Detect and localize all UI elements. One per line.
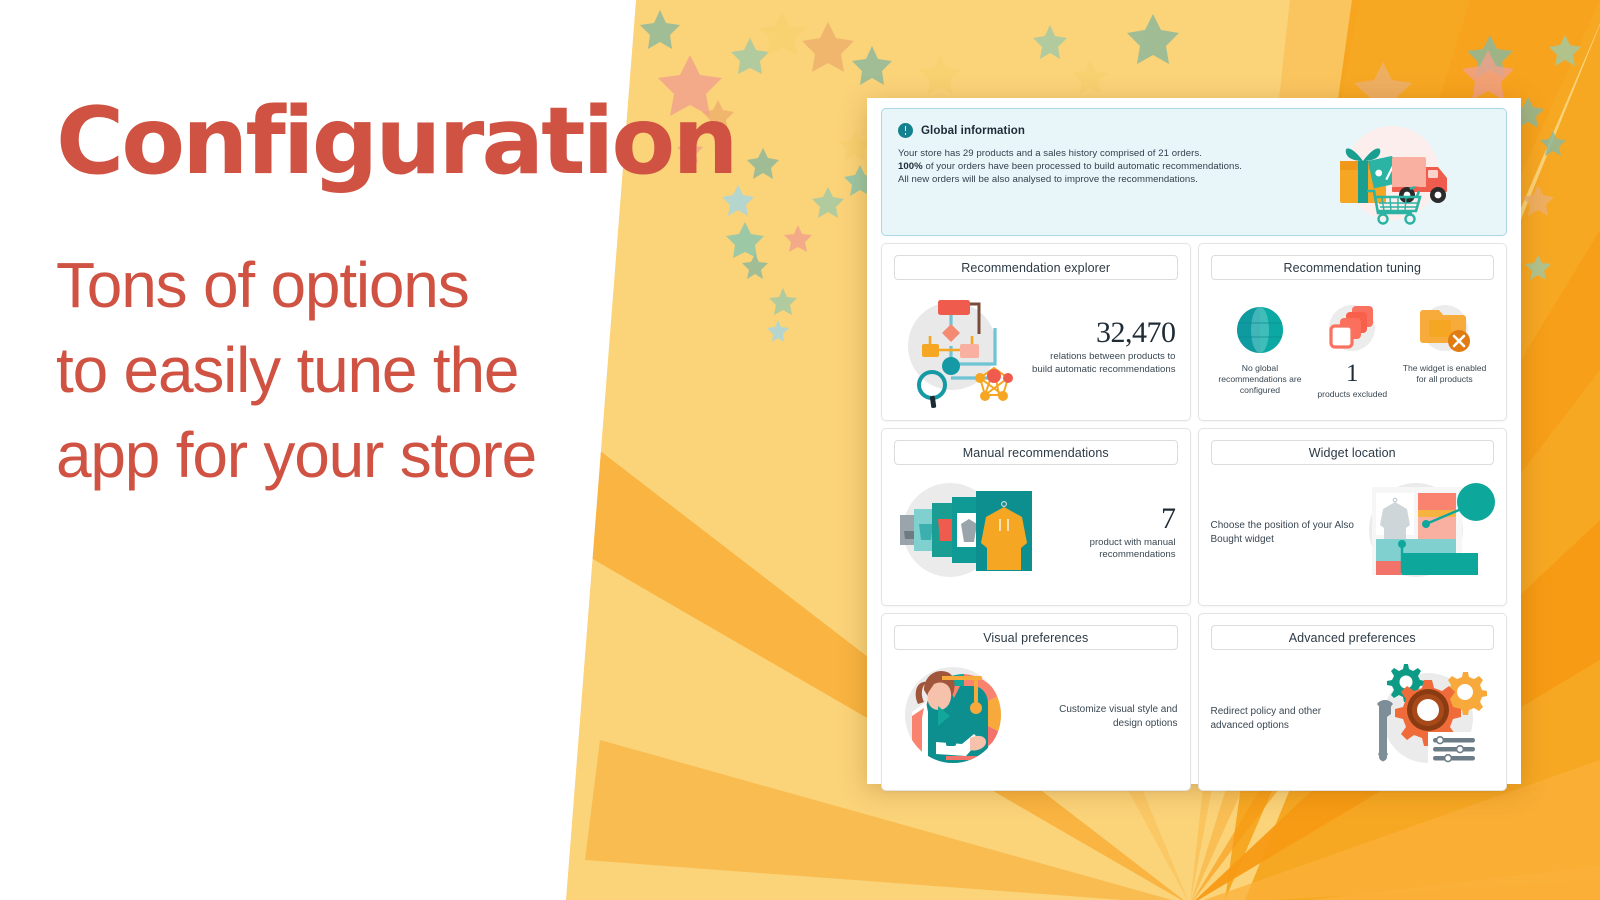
- gears-wrench-sliders-icon: [1354, 654, 1494, 783]
- page-title: Configuration: [56, 87, 739, 195]
- tune-label-widget: The widget is enabled for all products: [1402, 362, 1487, 384]
- promo-copy: Configuration Tons of options to easily …: [56, 87, 739, 498]
- designer-palette-icon: [894, 656, 1022, 779]
- desc-widget-location: Choose the position of your Also Bought …: [1210, 519, 1354, 545]
- config-card-grid: Recommendation explorer 32,470 relations…: [875, 243, 1513, 791]
- card-title-recommendation-tuning[interactable]: Recommendation tuning: [1210, 255, 1494, 280]
- desc-visual-preferences: Customize visual style and design option…: [1059, 704, 1178, 729]
- promo-subtitle-line-1: Tons of options: [56, 249, 470, 322]
- global-information-banner: Global information Your store has 29 pro…: [881, 108, 1507, 236]
- card-advanced-preferences[interactable]: Advanced preferences Redirect policy and…: [1197, 613, 1507, 791]
- page-layout-icon: [1354, 469, 1495, 596]
- card-title-recommendation-explorer[interactable]: Recommendation explorer: [894, 255, 1178, 280]
- stacked-squares-icon: [1307, 299, 1398, 361]
- card-manual-recommendations[interactable]: Manual recommendations 7 product with ma…: [881, 428, 1191, 606]
- stat-manual-recommendations: 7 product with manual recommendations: [1034, 501, 1178, 562]
- tune-item-products-excluded[interactable]: 1 products excluded: [1307, 299, 1398, 400]
- product-cards-stack-icon: [894, 469, 1034, 596]
- globe-icon: [1215, 299, 1306, 361]
- desc-advanced-preferences: Redirect policy and other advanced optio…: [1210, 705, 1322, 731]
- exclamation-circle-icon: [898, 123, 913, 138]
- card-title-visual-preferences[interactable]: Visual preferences: [894, 625, 1178, 650]
- card-title-advanced-preferences[interactable]: Advanced preferences: [1210, 625, 1494, 650]
- card-title-manual-recommendations[interactable]: Manual recommendations: [894, 440, 1178, 465]
- card-recommendation-explorer[interactable]: Recommendation explorer 32,470 relations…: [881, 243, 1191, 421]
- orders-processed-rest: of your orders have been processed to bu…: [922, 161, 1243, 173]
- promo-subtitle-line-2: to easily tune the: [56, 334, 519, 407]
- card-title-widget-location[interactable]: Widget location: [1210, 440, 1494, 465]
- folder-x-icon: [1399, 299, 1490, 361]
- tune-label-excluded: products excluded: [1317, 388, 1388, 399]
- tune-item-widget-enabled[interactable]: The widget is enabled for all products: [1399, 299, 1490, 385]
- card-widget-location[interactable]: Widget location Choose the position of y…: [1197, 428, 1507, 606]
- app-window: Global information Your store has 29 pro…: [867, 98, 1521, 791]
- orders-processed-percent: 100%: [898, 161, 923, 173]
- stat-number-relations: 32,470: [1096, 316, 1176, 350]
- stat-caption-relations: relations between products to build auto…: [1032, 351, 1176, 375]
- global-information-title: Global information: [921, 124, 1026, 137]
- network-diagram-icon: [894, 286, 1022, 409]
- promo-subtitle-line-3: app for your store: [56, 419, 537, 492]
- tune-number-excluded: 1: [1346, 359, 1359, 387]
- promo-subtitle: Tons of options to easily tune the app f…: [56, 243, 676, 498]
- gift-truck-cart-icon: [1320, 119, 1470, 231]
- tune-item-global-recommendations[interactable]: No global recommendations are configured: [1215, 299, 1306, 396]
- stat-caption-manual: product with manual recommendations: [1089, 536, 1176, 560]
- stat-recommendation-explorer: 32,470 relations between products to bui…: [1028, 318, 1178, 376]
- tune-label-global: No global recommendations are configured: [1218, 362, 1302, 395]
- card-recommendation-tuning[interactable]: Recommendation tuning No global recommen…: [1197, 243, 1507, 421]
- stat-number-manual: 7: [1161, 501, 1176, 535]
- card-visual-preferences[interactable]: Visual preferences Customize visual styl…: [881, 613, 1191, 791]
